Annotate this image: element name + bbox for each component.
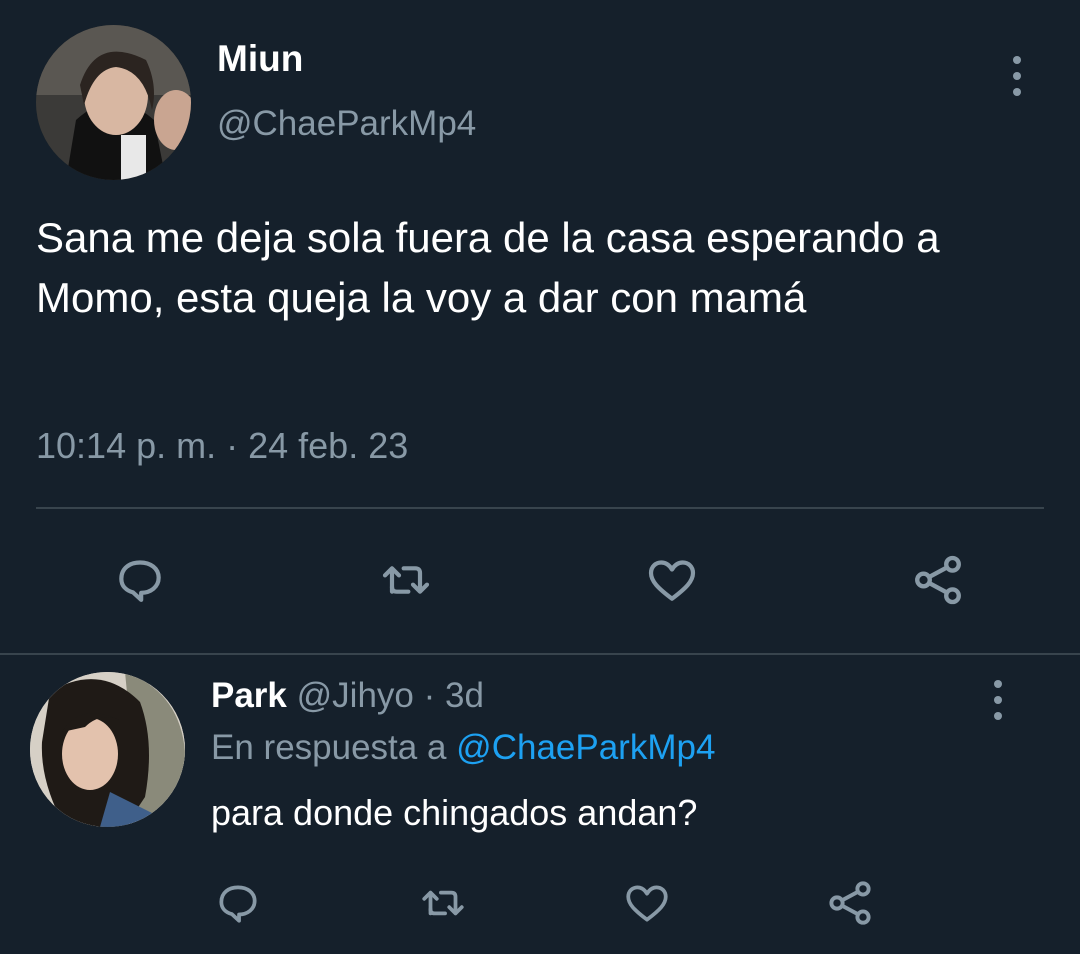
reply-icon[interactable] (110, 550, 170, 610)
author-display-name[interactable]: Miun (217, 38, 303, 80)
reply-share-icon[interactable] (820, 873, 880, 933)
in-reply-mention[interactable]: @ChaeParkMp4 (456, 728, 715, 767)
like-icon[interactable] (642, 550, 702, 610)
more-icon[interactable] (1007, 56, 1027, 96)
reply-retweet-icon[interactable] (413, 873, 473, 933)
avatar[interactable] (36, 25, 191, 180)
divider (36, 507, 1044, 509)
reply-age[interactable]: 3d (445, 676, 484, 715)
reply-like-icon[interactable] (617, 873, 677, 933)
reply-handle[interactable]: @Jihyo (297, 676, 414, 715)
reply-header: Park @Jihyo · 3d (211, 676, 484, 716)
tweet-timestamp[interactable]: 10:14 p. m. · 24 feb. 23 (36, 425, 408, 467)
reply-text: para donde chingados andan? (211, 792, 698, 833)
share-icon[interactable] (908, 550, 968, 610)
tweet-text: Sana me deja sola fuera de la casa esper… (36, 214, 940, 321)
reply-display-name[interactable]: Park (211, 676, 287, 715)
reply-avatar[interactable] (30, 672, 185, 827)
reply-more-icon[interactable] (988, 680, 1008, 720)
divider (0, 653, 1080, 655)
in-reply-prefix: En respuesta a (211, 728, 447, 767)
separator-dot: · (423, 676, 436, 715)
author-handle[interactable]: @ChaeParkMp4 (217, 104, 476, 144)
in-reply-to: En respuesta a @ChaeParkMp4 (211, 728, 715, 768)
retweet-icon[interactable] (376, 550, 436, 610)
reply-reply-icon[interactable] (208, 873, 268, 933)
